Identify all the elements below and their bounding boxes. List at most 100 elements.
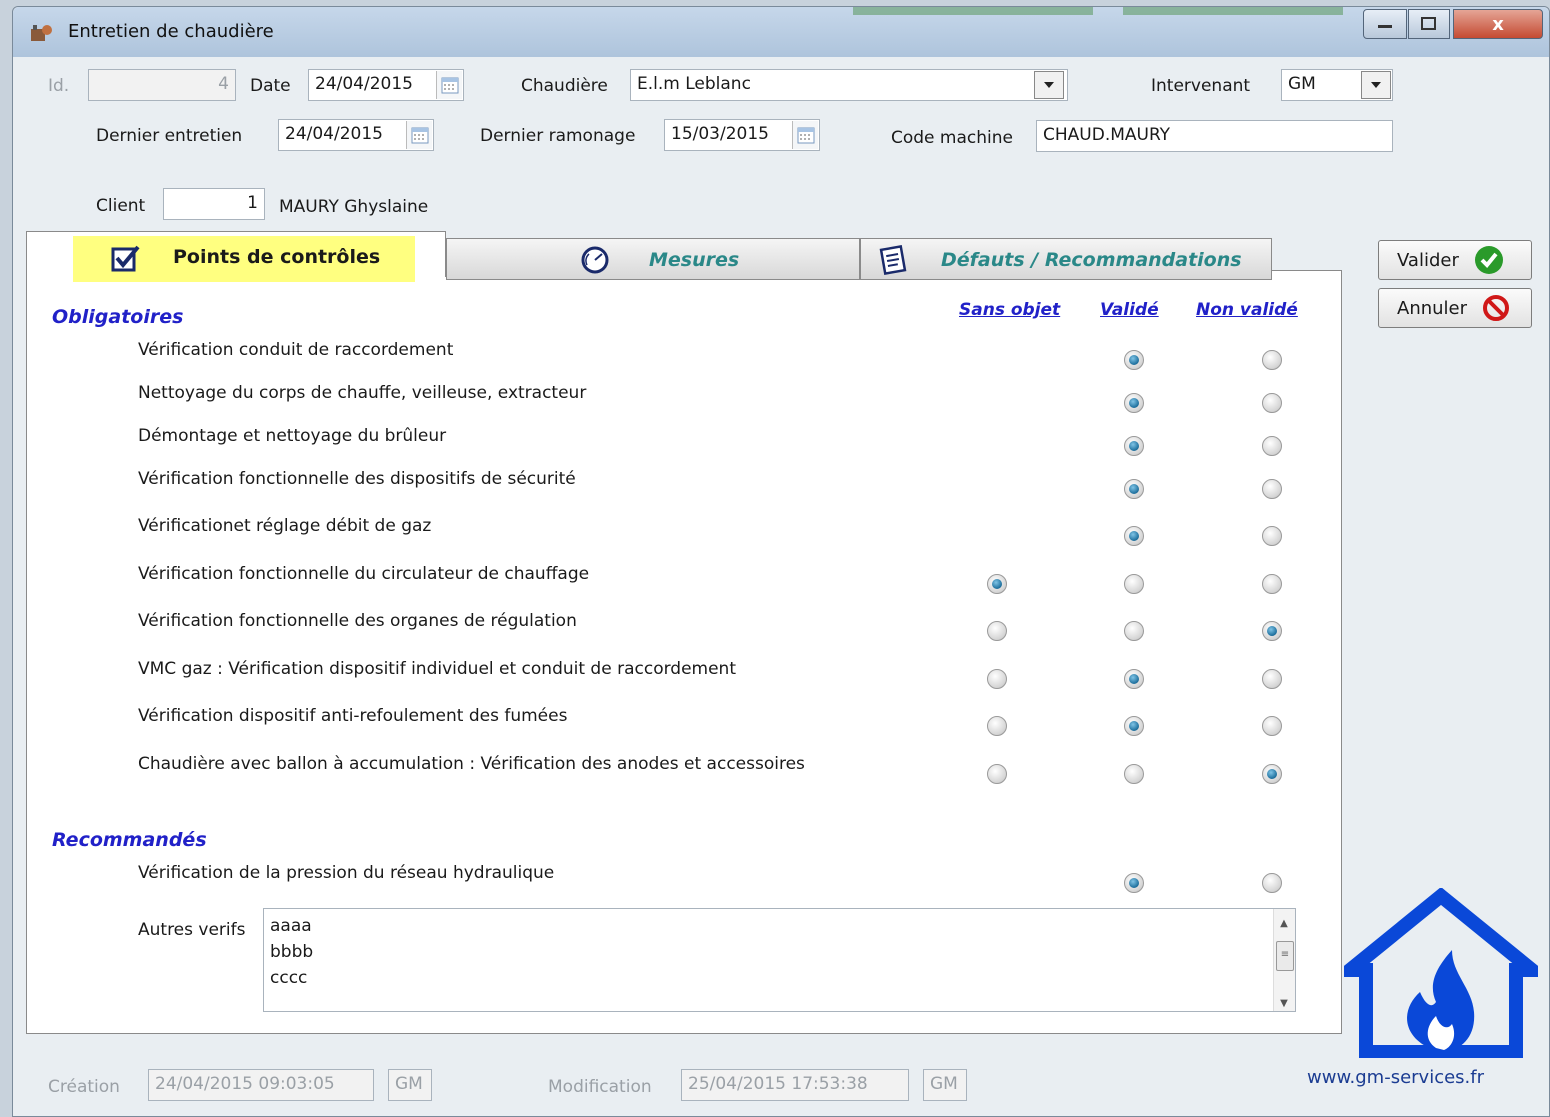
maximize-button[interactable] [1408,9,1450,39]
radio-sans-objet[interactable] [987,621,1007,641]
radio-non-valide[interactable] [1262,393,1282,413]
maximize-icon [1421,17,1436,30]
radio-sans-objet[interactable] [987,574,1007,594]
radio-non-valide[interactable] [1262,621,1282,641]
check-row-label: Vérification conduit de raccordement [138,340,454,360]
radio-valide[interactable] [1124,621,1144,641]
close-button[interactable]: x [1453,9,1543,39]
modification-user-value: GM [930,1074,958,1094]
website-link[interactable]: www.gm-services.fr [1307,1067,1484,1088]
radio-valide[interactable] [1124,479,1144,499]
tab-mesures-label: Mesures [649,249,740,271]
tab-points-controles[interactable]: Points de contrôles [26,231,446,282]
autres-verifs-textarea[interactable]: aaaa bbbb cccc ▲ ≡ ▼ [263,908,1296,1012]
radio-non-valide[interactable] [1262,764,1282,784]
creation-user-value: GM [395,1074,423,1094]
column-header-valide[interactable]: Validé [1100,300,1159,320]
tab-points-controles-label: Points de contrôles [173,246,381,268]
scroll-up-icon[interactable]: ▲ [1274,911,1294,929]
id-field: 4 [88,69,236,101]
client-id-value: 1 [247,193,258,213]
check-row-label: Nettoyage du corps de chauffe, veilleuse… [138,383,587,403]
radio-sans-objet[interactable] [987,716,1007,736]
date-label: Date [250,76,291,96]
radio-non-valide[interactable] [1262,350,1282,370]
radio-non-valide[interactable] [1262,526,1282,546]
code-machine-label: Code machine [891,128,1013,148]
check-row-label: Chaudière avec ballon à accumulation : V… [138,754,805,774]
checkbox-icon [111,245,140,272]
chaudiere-value: E.l.m Leblanc [637,74,751,94]
modification-label: Modification [548,1077,652,1097]
creation-date-value: 24/04/2015 09:03:05 [155,1074,335,1094]
dernier-entretien-value: 24/04/2015 [285,124,383,144]
dernier-ramonage-calendar-button[interactable] [792,121,818,149]
radio-valide[interactable] [1124,350,1144,370]
autres-verifs-label: Autres verifs [138,920,246,940]
intervenant-dropdown-button[interactable] [1361,71,1391,99]
boiler-app-icon [31,25,52,41]
chaudiere-dropdown-button[interactable] [1034,71,1064,99]
client-name: MAURY Ghyslaine [279,197,429,217]
dernier-entretien-label: Dernier entretien [96,126,243,146]
radio-non-valide[interactable] [1262,716,1282,736]
creation-label: Création [48,1077,120,1097]
annuler-button[interactable]: Annuler [1378,288,1532,328]
check-row-label: Vérification fonctionnelle des organes d… [138,611,577,631]
client-id-field[interactable]: 1 [163,188,265,220]
notepad-icon [879,245,907,275]
scroll-thumb[interactable]: ≡ [1276,941,1294,971]
title-bar[interactable]: Entretien de chaudière x [13,7,1549,57]
close-icon: x [1492,13,1504,35]
radio-valide[interactable] [1124,574,1144,594]
calendar-icon [441,77,458,94]
radio-valide[interactable] [1124,436,1144,456]
radio-sans-objet[interactable] [987,764,1007,784]
gauge-icon [581,246,609,274]
valider-label: Valider [1397,249,1459,271]
tab-defauts-recommandations[interactable]: Défauts / Recommandations [860,238,1272,280]
valider-button[interactable]: Valider [1378,240,1532,280]
client-label: Client [96,196,146,216]
calendar-icon [797,127,814,144]
dernier-ramonage-value: 15/03/2015 [671,124,769,144]
textarea-scrollbar[interactable]: ▲ ≡ ▼ [1273,909,1295,1011]
minimize-button[interactable] [1363,9,1407,39]
tab-mesures[interactable]: Mesures [446,238,860,280]
date-calendar-button[interactable] [436,71,462,99]
chevron-down-icon [1044,82,1054,88]
scroll-down-icon[interactable]: ▼ [1274,991,1294,1009]
check-row-label: Vérification fonctionnelle du circulateu… [138,564,590,584]
gm-services-logo [1344,888,1538,1058]
intervenant-value: GM [1288,74,1316,94]
chevron-down-icon [1371,82,1381,88]
radio-valide[interactable] [1124,669,1144,689]
textarea-line: bbbb [270,942,314,962]
date-value: 24/04/2015 [315,74,413,94]
radio-valide[interactable] [1124,716,1144,736]
code-machine-field[interactable]: CHAUD.MAURY [1036,120,1393,152]
intervenant-label: Intervenant [1151,76,1251,96]
dernier-entretien-calendar-button[interactable] [406,121,432,149]
chaudiere-label: Chaudière [521,76,608,96]
column-header-sans-objet[interactable]: Sans objet [959,300,1060,320]
radio-valide[interactable] [1124,873,1144,893]
check-row-label: Vérification fonctionnelle des dispositi… [138,469,576,489]
radio-non-valide[interactable] [1262,669,1282,689]
chaudiere-select[interactable]: E.l.m Leblanc [630,69,1068,101]
radio-non-valide[interactable] [1262,479,1282,499]
radio-sans-objet[interactable] [987,669,1007,689]
modification-user-field: GM [923,1069,967,1101]
radio-valide[interactable] [1124,393,1144,413]
check-row-label: Démontage et nettoyage du brûleur [138,426,447,446]
column-header-non-valide[interactable]: Non validé [1196,300,1298,320]
radio-non-valide[interactable] [1262,574,1282,594]
titlebar-decoration [1123,7,1343,15]
check-circle-icon [1474,246,1503,274]
radio-non-valide[interactable] [1262,873,1282,893]
textarea-line: aaaa [270,916,312,936]
radio-valide[interactable] [1124,526,1144,546]
radio-valide[interactable] [1124,764,1144,784]
tab-defauts-label: Défauts / Recommandations [941,249,1242,271]
radio-non-valide[interactable] [1262,436,1282,456]
